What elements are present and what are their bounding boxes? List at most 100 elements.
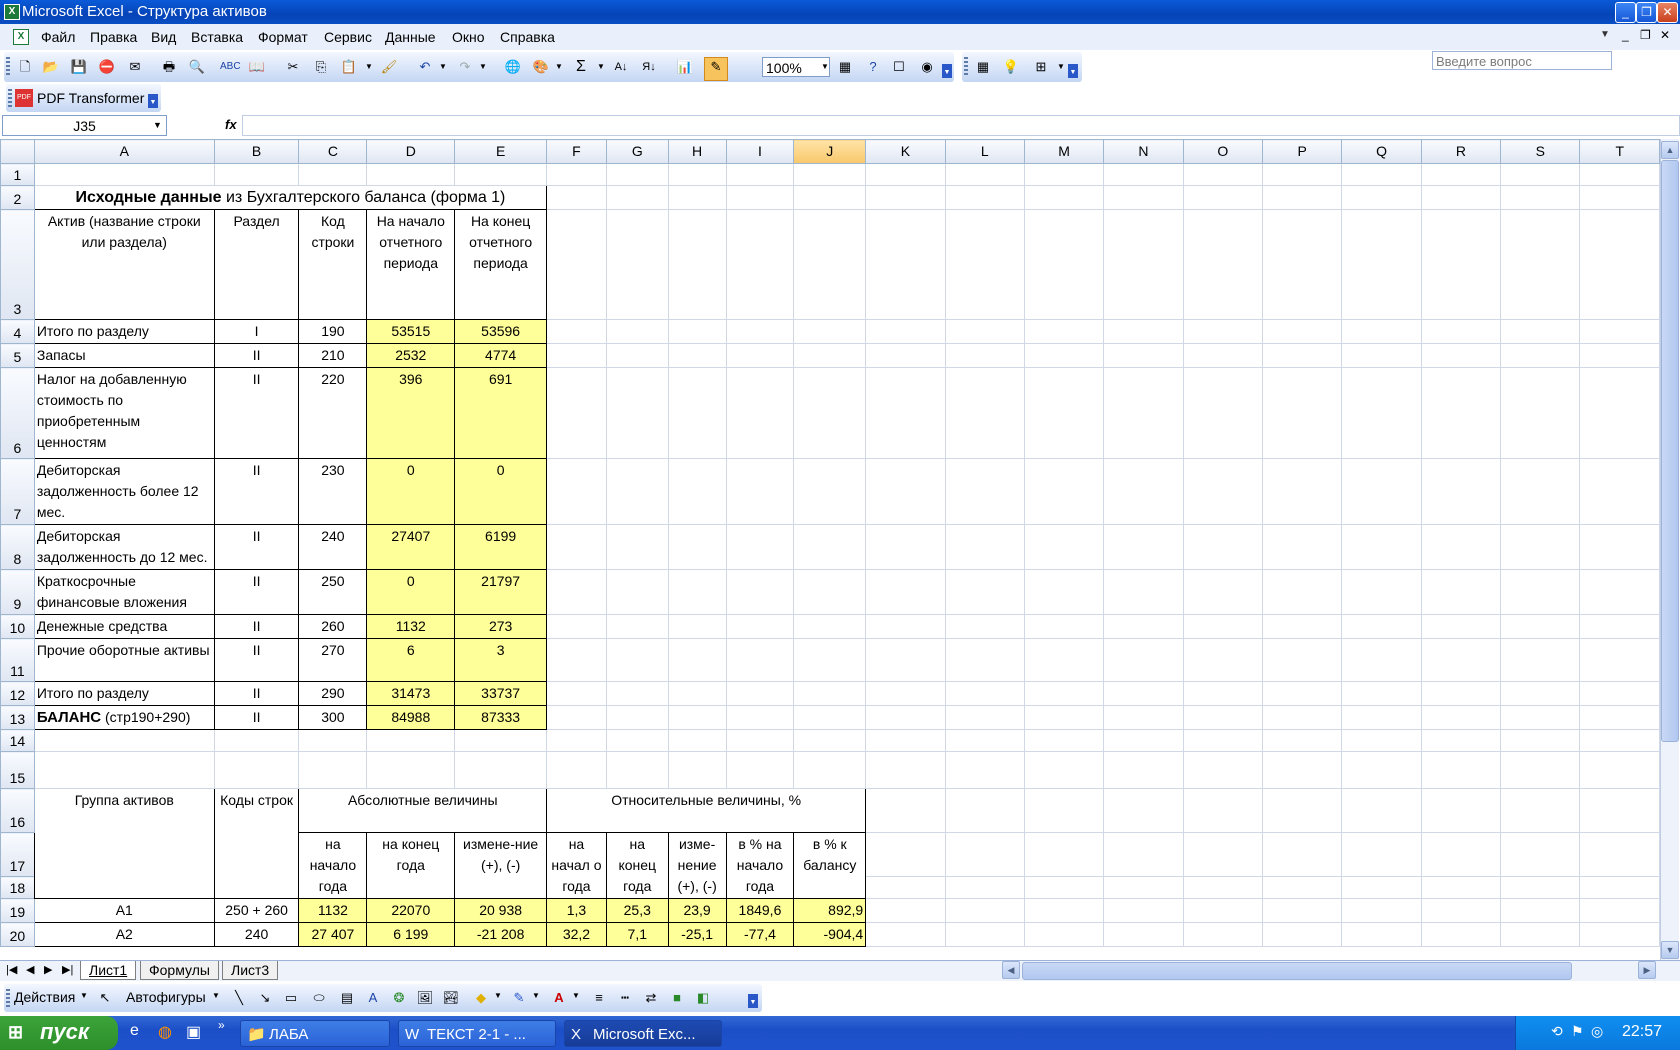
sheet-tab-3[interactable]: Лист3 <box>222 961 279 980</box>
row-header[interactable]: 16 <box>0 788 35 833</box>
sort-descending-icon[interactable]: Я↓ <box>640 58 658 76</box>
ie-icon[interactable]: e <box>130 1022 139 1040</box>
last-sheet-icon[interactable]: ▶| <box>62 963 73 976</box>
prev-sheet-icon[interactable]: ◀ <box>26 963 34 976</box>
row-header[interactable]: 18 <box>0 876 35 899</box>
t1-name[interactable]: Дебиторская задолженность более 12 мес. <box>33 458 215 525</box>
col-header[interactable]: H <box>667 139 727 164</box>
t2-value[interactable]: -77,4 <box>725 922 795 947</box>
t1-code[interactable]: 260 <box>298 614 368 639</box>
start-button[interactable]: ⊞ пуск <box>0 1016 118 1050</box>
save-icon[interactable]: 💾 <box>70 58 88 76</box>
row-header[interactable]: 4 <box>0 319 35 344</box>
menu-tools[interactable]: Сервис <box>324 29 372 45</box>
cut-icon[interactable]: ✂ <box>284 58 302 76</box>
col-header[interactable]: A <box>33 139 215 164</box>
col-header[interactable]: C <box>298 139 368 164</box>
arrow-style-icon[interactable]: ⇄ <box>642 989 660 1007</box>
row-header[interactable]: 3 <box>0 209 35 320</box>
diagram-icon[interactable]: ❂ <box>390 989 408 1007</box>
spelling-icon[interactable]: ABC <box>220 58 241 76</box>
t1-start[interactable]: 1132 <box>366 614 456 639</box>
t2-header-absolute[interactable]: Абсолютные величины <box>298 788 548 833</box>
t2-value[interactable]: 23,9 <box>667 898 727 923</box>
t2-value[interactable]: 7,1 <box>605 922 669 947</box>
t1-section[interactable]: II <box>213 343 300 368</box>
name-box[interactable]: J35 <box>2 115 167 136</box>
t2-subheader[interactable]: на начал о года <box>546 832 607 899</box>
t2-group[interactable]: А1 <box>33 898 215 923</box>
next-sheet-icon[interactable]: ▶ <box>44 963 52 976</box>
t1-name[interactable]: Налог на добавленную стоимость по приобр… <box>33 367 215 459</box>
undo-dropdown-icon[interactable]: ▼ <box>434 58 452 76</box>
col-header[interactable]: D <box>366 139 456 164</box>
first-sheet-icon[interactable]: |◀ <box>6 963 17 976</box>
t2-value[interactable]: 25,3 <box>605 898 669 923</box>
t1-section[interactable]: II <box>213 705 300 730</box>
t1-section[interactable]: II <box>213 458 300 525</box>
t1-start[interactable]: 396 <box>366 367 456 459</box>
redo-icon[interactable]: ↷ <box>456 58 474 76</box>
t1-section[interactable]: II <box>213 681 300 706</box>
menu-view[interactable]: Вид <box>151 29 176 45</box>
zoom-dropdown-icon[interactable]: ▼ <box>816 58 834 76</box>
col-header[interactable]: T <box>1579 139 1660 164</box>
pdf-toolbar-options-icon[interactable]: ▼ <box>148 94 158 108</box>
t2-subheader[interactable]: изме-нение (+), (-) <box>667 832 727 899</box>
full-screen-icon[interactable]: ☐ <box>890 58 908 76</box>
scroll-left-icon[interactable]: ◀ <box>1002 961 1020 979</box>
t1-end[interactable]: 3 <box>454 638 548 682</box>
t2-subheader[interactable]: на начало года <box>298 832 368 899</box>
t1-name[interactable]: Итого по разделу <box>33 319 215 344</box>
new-document-icon[interactable]: 🗋 <box>16 58 34 76</box>
ask-question-input[interactable]: Введите вопрос <box>1432 51 1612 70</box>
row-header[interactable]: 14 <box>0 729 35 752</box>
hyperlink-icon[interactable]: 🌐 <box>504 58 522 76</box>
t2-codes[interactable]: 240 <box>213 922 300 947</box>
chart-wizard-icon[interactable]: 📊 <box>676 58 694 76</box>
3d-icon[interactable]: ◧ <box>694 989 712 1007</box>
quicklaunch-more-icon[interactable]: » <box>218 1018 225 1032</box>
t1-start[interactable]: 2532 <box>366 343 456 368</box>
col-header[interactable]: K <box>865 139 946 164</box>
t1-code[interactable]: 270 <box>298 638 368 682</box>
t1-section[interactable]: II <box>213 614 300 639</box>
t1-name[interactable]: Денежные средства <box>33 614 215 639</box>
col-header-selected[interactable]: J <box>793 139 867 164</box>
t1-code[interactable]: 290 <box>298 681 368 706</box>
t2-header-group[interactable]: Группа активов <box>33 788 215 899</box>
formula-input[interactable] <box>242 115 1680 136</box>
row-header[interactable]: 11 <box>0 638 35 682</box>
borders-icon[interactable]: ⊞ <box>1032 58 1050 76</box>
t1-name[interactable]: Запасы <box>33 343 215 368</box>
t2-subheader[interactable]: на конец года <box>366 832 456 899</box>
table1-title[interactable]: Исходные данные из Бухгалтерского баланс… <box>33 185 548 210</box>
col-header[interactable]: N <box>1103 139 1184 164</box>
t2-value[interactable]: 27 407 <box>298 922 368 947</box>
row-header[interactable]: 2 <box>0 185 35 210</box>
line-icon[interactable]: ╲ <box>230 989 248 1007</box>
table-icon[interactable]: ▦ <box>836 58 854 76</box>
sheet-tab-2[interactable]: Формулы <box>140 961 219 980</box>
col-header[interactable]: I <box>725 139 795 164</box>
col-header[interactable]: P <box>1262 139 1343 164</box>
drawing-toggle-icon[interactable]: ✎ <box>704 57 728 81</box>
col-header[interactable]: B <box>213 139 300 164</box>
excel-app-icon[interactable]: X <box>4 4 20 20</box>
line-color-icon[interactable]: ✎ <box>510 989 528 1007</box>
row-header[interactable]: 1 <box>0 163 35 186</box>
redo-dropdown-icon[interactable]: ▼ <box>474 58 492 76</box>
record-icon[interactable]: ◉ <box>918 58 936 76</box>
t1-section[interactable]: II <box>213 367 300 459</box>
vertical-scroll-thumb[interactable] <box>1661 160 1679 742</box>
row-header[interactable]: 12 <box>0 681 35 706</box>
row-header[interactable]: 17 <box>0 832 35 877</box>
toolbar2-options-icon[interactable]: ▼ <box>1068 64 1078 78</box>
sheet-tab-1[interactable]: Лист1 <box>80 961 137 980</box>
fill-color-icon[interactable]: ◆ <box>472 989 490 1007</box>
row-header[interactable]: 15 <box>0 751 35 789</box>
t1-end[interactable]: 53596 <box>454 319 548 344</box>
autosum-dropdown-icon[interactable]: ▼ <box>592 58 610 76</box>
email-icon[interactable]: ✉ <box>126 58 144 76</box>
t2-subheader[interactable]: на конец года <box>605 832 669 899</box>
